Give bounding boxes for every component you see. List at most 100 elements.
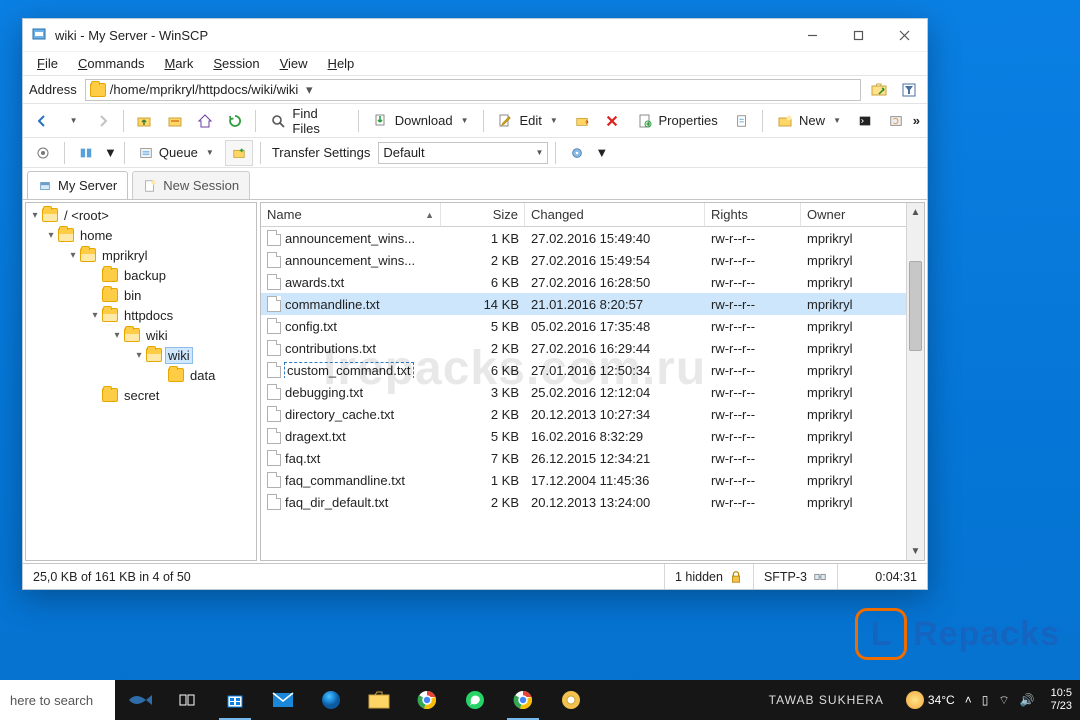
cell-name: faq_dir_default.txt — [261, 494, 441, 510]
column-owner[interactable]: Owner — [801, 203, 906, 226]
tray-battery-icon[interactable]: ▯ — [982, 693, 989, 707]
taskbar-chrome-canary[interactable] — [547, 680, 595, 720]
table-row[interactable]: directory_cache.txt2 KB20.12.2013 10:27:… — [261, 403, 906, 425]
tree-backup[interactable]: backup — [26, 265, 256, 285]
parent-folder-button[interactable] — [131, 108, 157, 134]
tray-clock[interactable]: 10:5 7/23 — [1045, 687, 1072, 712]
table-row[interactable]: custom_command.txt6 KB27.01.2016 12:50:3… — [261, 359, 906, 381]
collapse-icon[interactable]: ▾ — [88, 310, 102, 321]
open-folder-button[interactable] — [867, 79, 891, 101]
tree-bin[interactable]: bin — [26, 285, 256, 305]
table-row[interactable]: faq_dir_default.txt2 KB20.12.2013 13:24:… — [261, 491, 906, 513]
properties-alt-button[interactable] — [729, 108, 755, 134]
home-folder-button[interactable] — [192, 108, 218, 134]
table-row[interactable]: awards.txt6 KB27.02.2016 16:28:50rw-r--r… — [261, 271, 906, 293]
new-button[interactable]: New ▼ — [770, 108, 848, 134]
move-button[interactable] — [569, 108, 595, 134]
root-folder-button[interactable] — [161, 108, 187, 134]
table-row[interactable]: announcement_wins...1 KB27.02.2016 15:49… — [261, 227, 906, 249]
taskbar-edge[interactable] — [307, 680, 355, 720]
tools-dropdown[interactable]: ▼ — [595, 145, 608, 160]
close-button[interactable] — [881, 19, 927, 51]
menu-file[interactable]: File — [29, 54, 66, 73]
table-row[interactable]: announcement_wins...2 KB27.02.2016 15:49… — [261, 249, 906, 271]
toolbar-overflow[interactable]: » — [913, 113, 921, 128]
menu-session[interactable]: Session — [205, 54, 267, 73]
back-history-button[interactable]: ▼ — [59, 108, 85, 134]
table-row[interactable]: dragext.txt5 KB16.02.2016 8:32:29rw-r--r… — [261, 425, 906, 447]
dir-tree[interactable]: ▾/ <root> ▾home ▾mprikryl backup bin ▾ht… — [25, 202, 257, 561]
column-size[interactable]: Size — [441, 203, 525, 226]
refresh-button[interactable] — [222, 108, 248, 134]
scroll-up-icon[interactable]: ▲ — [907, 203, 924, 221]
taskbar-fish[interactable] — [115, 680, 163, 720]
table-row[interactable]: faq.txt7 KB26.12.2015 12:34:21rw-r--r--m… — [261, 447, 906, 469]
tree-mprikryl[interactable]: ▾mprikryl — [26, 245, 256, 265]
tab-my-server[interactable]: My Server — [27, 171, 128, 199]
properties-button[interactable]: Properties — [630, 108, 725, 134]
table-row[interactable]: config.txt5 KB05.02.2016 17:35:48rw-r--r… — [261, 315, 906, 337]
tree-root[interactable]: ▾/ <root> — [26, 205, 256, 225]
taskbar-chrome-2[interactable] — [499, 680, 547, 720]
tree-secret[interactable]: secret — [26, 385, 256, 405]
tray-chevron-icon[interactable]: ˄ — [965, 693, 972, 707]
edit-button[interactable]: Edit ▼ — [490, 108, 564, 134]
tab-new-session[interactable]: New Session — [132, 171, 250, 199]
taskbar-explorer[interactable] — [355, 680, 403, 720]
back-button[interactable] — [29, 108, 55, 134]
collapse-icon[interactable]: ▾ — [66, 250, 80, 261]
taskbar-mail[interactable] — [259, 680, 307, 720]
terminal-button[interactable] — [852, 108, 878, 134]
tree-home[interactable]: ▾home — [26, 225, 256, 245]
tree-wiki-1[interactable]: ▾wiki — [26, 325, 256, 345]
find-files-button[interactable]: Find Files — [263, 108, 350, 134]
delete-button[interactable] — [599, 108, 625, 134]
sync-button[interactable] — [882, 108, 908, 134]
menu-view[interactable]: View — [272, 54, 316, 73]
tree-data[interactable]: data — [26, 365, 256, 385]
collapse-icon[interactable]: ▾ — [132, 350, 146, 361]
column-changed[interactable]: Changed — [525, 203, 705, 226]
options-button[interactable] — [29, 140, 57, 166]
scroll-down-icon[interactable]: ▼ — [907, 542, 924, 560]
table-row[interactable]: debugging.txt3 KB25.02.2016 12:12:04rw-r… — [261, 381, 906, 403]
menu-help[interactable]: Help — [320, 54, 363, 73]
taskbar-store[interactable] — [211, 680, 259, 720]
tree-wiki-2[interactable]: ▾wiki — [26, 345, 256, 365]
taskbar-chrome[interactable] — [403, 680, 451, 720]
table-row[interactable]: commandline.txt14 KB21.01.2016 8:20:57rw… — [261, 293, 906, 315]
collapse-icon[interactable]: ▾ — [28, 210, 42, 221]
collapse-icon[interactable]: ▾ — [110, 330, 124, 341]
column-name[interactable]: Name▲ — [261, 203, 441, 226]
scrollbar-thumb[interactable] — [909, 261, 922, 351]
tray-wifi-icon[interactable]: ⌔ — [998, 693, 1009, 708]
tray-volume-icon[interactable]: 🔊 — [1020, 693, 1035, 707]
tray-weather[interactable]: 34°C — [906, 691, 955, 709]
layout-button[interactable] — [72, 140, 100, 166]
menu-commands[interactable]: Commands — [70, 54, 152, 73]
menu-mark[interactable]: Mark — [156, 54, 201, 73]
address-input[interactable]: /home/mprikryl/httpdocs/wiki/wiki ▾ — [85, 79, 861, 101]
queue-add-button[interactable] — [225, 140, 253, 166]
table-row[interactable]: faq_commandline.txt1 KB17.12.2004 11:45:… — [261, 469, 906, 491]
taskbar-search[interactable]: here to search — [0, 680, 115, 720]
tools-button[interactable] — [563, 140, 591, 166]
table-row[interactable]: contributions.txt2 KB27.02.2016 16:29:44… — [261, 337, 906, 359]
queue-button[interactable]: Queue ▼ — [132, 140, 221, 166]
taskbar-taskview[interactable] — [163, 680, 211, 720]
taskbar-whatsapp[interactable] — [451, 680, 499, 720]
maximize-button[interactable] — [835, 19, 881, 51]
filter-button[interactable] — [897, 79, 921, 101]
forward-button[interactable] — [90, 108, 116, 134]
transfer-settings-combo[interactable]: Default ▼ — [378, 142, 548, 164]
collapse-icon[interactable]: ▾ — [44, 230, 58, 241]
minimize-button[interactable] — [789, 19, 835, 51]
tree-httpdocs[interactable]: ▾httpdocs — [26, 305, 256, 325]
file-name[interactable]: custom_command.txt — [285, 363, 413, 378]
file-list[interactable]: Name▲ Size Changed Rights Owner announce… — [261, 203, 906, 560]
download-button[interactable]: Download ▼ — [366, 108, 476, 134]
scrollbar[interactable]: ▲ ▼ — [906, 203, 924, 560]
address-dropdown[interactable]: ▾ — [302, 82, 316, 98]
layout-dropdown[interactable]: ▼ — [104, 145, 117, 160]
column-rights[interactable]: Rights — [705, 203, 801, 226]
